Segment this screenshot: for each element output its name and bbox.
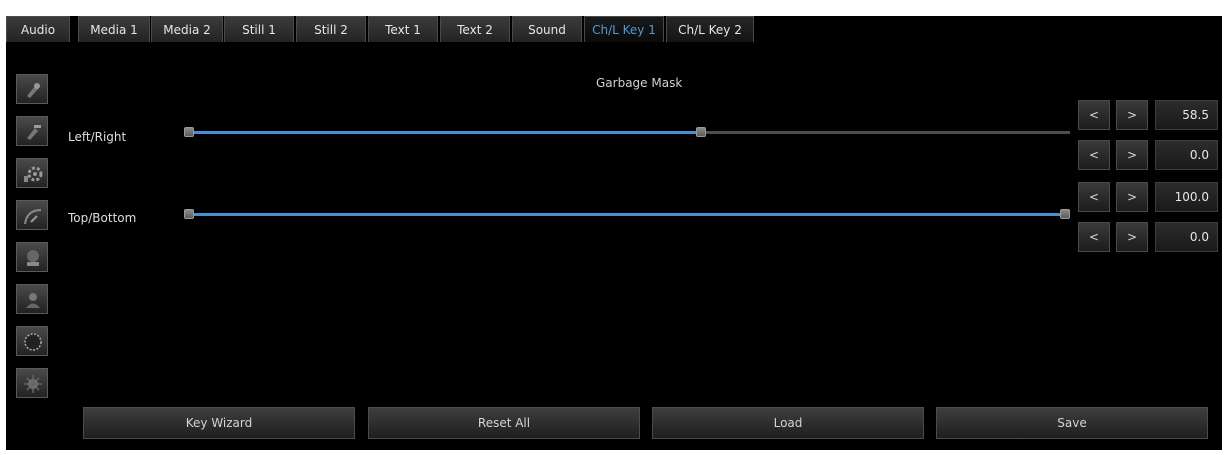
chroma-icon[interactable]	[16, 242, 48, 272]
left-right-end-increase-button[interactable]: >	[1116, 100, 1148, 130]
tab-media-2[interactable]: Media 2	[151, 16, 223, 42]
left-right-start-handle[interactable]	[184, 127, 194, 137]
top-bottom-end-handle[interactable]	[1060, 209, 1070, 219]
pen-add-icon[interactable]	[16, 74, 48, 104]
top-bottom-start-increase-button[interactable]: >	[1116, 222, 1148, 252]
tab-text-2[interactable]: Text 2	[440, 16, 510, 42]
key-panel: Audio Media 1 Media 2 Still 1 Still 2 Te…	[6, 16, 1222, 450]
load-button[interactable]: Load	[652, 407, 924, 439]
brush-icon[interactable]	[16, 368, 48, 398]
pen-remove-icon[interactable]	[16, 116, 48, 146]
tab-chl-key-2[interactable]: Ch/L Key 2	[666, 16, 754, 42]
left-right-end-value[interactable]: 58.5	[1155, 100, 1218, 130]
top-bottom-end-value[interactable]: 100.0	[1155, 182, 1218, 212]
tab-sound[interactable]: Sound	[512, 16, 582, 42]
settings-icon[interactable]	[16, 158, 48, 188]
tab-chl-key-1[interactable]: Ch/L Key 1	[584, 16, 664, 42]
left-right-start-decrease-button[interactable]: <	[1078, 140, 1110, 170]
save-button[interactable]: Save	[936, 407, 1208, 439]
top-bottom-end-decrease-button[interactable]: <	[1078, 182, 1110, 212]
left-right-start-value[interactable]: 0.0	[1155, 140, 1218, 170]
top-bottom-slider[interactable]	[184, 209, 1070, 219]
tab-text-1[interactable]: Text 1	[368, 16, 438, 42]
top-bottom-end-increase-button[interactable]: >	[1116, 182, 1148, 212]
top-bottom-start-decrease-button[interactable]: <	[1078, 222, 1110, 252]
person-icon[interactable]	[16, 284, 48, 314]
left-right-end-decrease-button[interactable]: <	[1078, 100, 1110, 130]
tab-still-1[interactable]: Still 1	[224, 16, 294, 42]
top-bottom-start-handle[interactable]	[184, 209, 194, 219]
panel-title: Garbage Mask	[596, 76, 683, 90]
left-right-end-handle[interactable]	[696, 127, 707, 137]
key-wizard-button[interactable]: Key Wizard	[83, 407, 355, 439]
left-right-start-increase-button[interactable]: >	[1116, 140, 1148, 170]
tab-media-1[interactable]: Media 1	[78, 16, 150, 42]
tab-audio[interactable]: Audio	[6, 16, 70, 42]
left-right-slider[interactable]	[184, 127, 1070, 137]
left-right-label: Left/Right	[68, 130, 127, 144]
top-bottom-label: Top/Bottom	[68, 211, 137, 225]
tab-still-2[interactable]: Still 2	[296, 16, 366, 42]
left-right-range-fill	[189, 131, 702, 134]
curve-icon[interactable]	[16, 200, 48, 230]
tab-bar: Audio Media 1 Media 2 Still 1 Still 2 Te…	[6, 16, 1222, 44]
top-bottom-range-fill	[189, 213, 1065, 216]
top-bottom-start-value[interactable]: 0.0	[1155, 222, 1218, 252]
reset-all-button[interactable]: Reset All	[368, 407, 640, 439]
mask-ring-icon[interactable]	[16, 326, 48, 356]
